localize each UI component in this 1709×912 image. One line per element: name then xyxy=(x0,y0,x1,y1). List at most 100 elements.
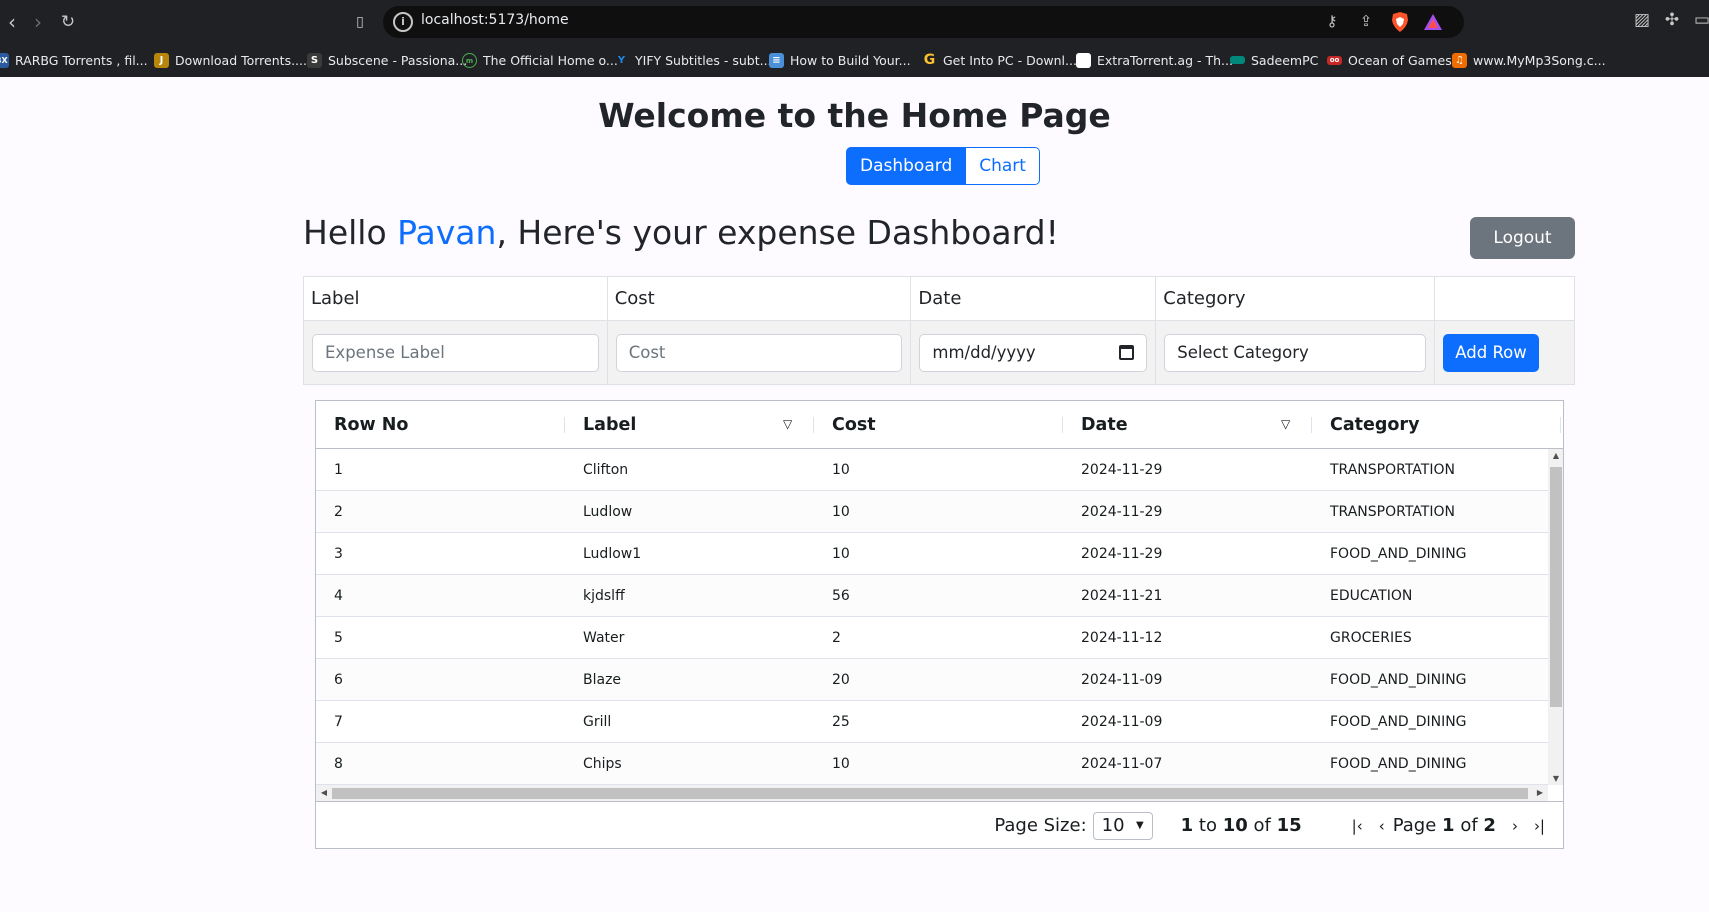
cell-row-no[interactable]: 2 xyxy=(316,491,343,533)
cell-cost[interactable]: 20 xyxy=(814,659,850,701)
vertical-scrollbar[interactable]: ▲ ▼ xyxy=(1548,449,1563,785)
bookmark-item[interactable]: ExtraTorrent.ag - Th... xyxy=(1076,50,1233,70)
cell-row-no[interactable]: 1 xyxy=(316,449,343,491)
extension-icon[interactable]: ▨ xyxy=(1630,10,1654,34)
extensions-puzzle-icon[interactable]: ✣ xyxy=(1660,10,1684,34)
scroll-down-icon[interactable]: ▼ xyxy=(1548,774,1563,783)
expense-label-input[interactable]: Expense Label xyxy=(312,333,599,372)
column-header-date[interactable]: Date xyxy=(1063,401,1128,449)
bookmark-item[interactable]: ≡ How to Build Your... xyxy=(769,50,911,70)
cell-label[interactable]: Chips xyxy=(565,743,622,785)
table-row[interactable]: 8 Chips 10 2024-11-07 FOOD_AND_DINING xyxy=(316,743,1548,785)
sidebar-toggle-icon[interactable]: ▭ xyxy=(1690,10,1709,34)
site-info-icon[interactable]: i xyxy=(393,12,413,32)
cell-cost[interactable]: 25 xyxy=(814,701,850,743)
table-row[interactable]: 3 Ludlow1 10 2024-11-29 FOOD_AND_DINING xyxy=(316,533,1548,575)
category-select[interactable]: Select Category xyxy=(1164,333,1427,372)
column-resize-handle[interactable] xyxy=(1560,417,1561,433)
add-row-button[interactable]: Add Row xyxy=(1443,333,1540,372)
scroll-left-icon[interactable]: ◀ xyxy=(316,788,332,797)
next-page-icon[interactable]: › xyxy=(1512,817,1518,835)
tab-chart[interactable]: Chart xyxy=(966,147,1040,185)
bookmark-item[interactable]: J Download Torrents.... xyxy=(154,50,307,70)
cell-date[interactable]: 2024-11-29 xyxy=(1063,533,1162,575)
cell-category[interactable]: GROCERIES xyxy=(1312,617,1412,659)
cell-row-no[interactable]: 7 xyxy=(316,701,343,743)
cell-label[interactable]: Ludlow xyxy=(565,491,632,533)
cell-row-no[interactable]: 8 xyxy=(316,743,343,785)
column-header-category[interactable]: Category xyxy=(1312,401,1419,449)
cell-label[interactable]: Clifton xyxy=(565,449,628,491)
horizontal-scrollbar[interactable]: ◀ ▶ xyxy=(316,785,1548,801)
cell-date[interactable]: 2024-11-09 xyxy=(1063,659,1162,701)
cell-date[interactable]: 2024-11-07 xyxy=(1063,743,1162,785)
calendar-icon[interactable] xyxy=(1119,345,1135,360)
last-page-icon[interactable]: ›| xyxy=(1534,817,1545,835)
cell-cost[interactable]: 10 xyxy=(814,533,850,575)
filter-icon[interactable]: ▽ xyxy=(1281,418,1293,430)
vertical-scroll-thumb[interactable] xyxy=(1550,467,1562,707)
cell-category[interactable]: FOOD_AND_DINING xyxy=(1312,659,1467,701)
cell-category[interactable]: FOOD_AND_DINING xyxy=(1312,533,1467,575)
table-row[interactable]: 1 Clifton 10 2024-11-29 TRANSPORTATION xyxy=(316,449,1548,491)
reload-icon[interactable]: ↻ xyxy=(56,9,80,35)
page-size-select[interactable]: 10 ▼ xyxy=(1092,811,1153,840)
scroll-up-icon[interactable]: ▲ xyxy=(1548,451,1563,460)
bookmark-item[interactable]: ♫ www.MyMp3Song.c... xyxy=(1452,50,1606,70)
key-icon[interactable]: ⚷ xyxy=(1321,12,1343,32)
cell-cost[interactable]: 10 xyxy=(814,491,850,533)
cell-label[interactable]: Grill xyxy=(565,701,611,743)
table-row[interactable]: 5 Water 2 2024-11-12 GROCERIES xyxy=(316,617,1548,659)
cell-date[interactable]: 2024-11-12 xyxy=(1063,617,1162,659)
date-input[interactable]: mm/dd/yyyy xyxy=(919,333,1148,372)
bookmark-item[interactable]: oo Ocean of Games xyxy=(1327,50,1452,70)
column-header-row-no[interactable]: Row No xyxy=(316,401,408,449)
cell-date[interactable]: 2024-11-29 xyxy=(1063,449,1162,491)
bookmark-item[interactable]: BX RARBG Torrents , fil... xyxy=(0,50,148,70)
cell-category[interactable]: TRANSPORTATION xyxy=(1312,449,1455,491)
brave-rewards-icon[interactable] xyxy=(1423,11,1443,33)
bookmark-item[interactable]: G Get Into PC - Downl... xyxy=(922,50,1077,70)
cell-cost[interactable]: 2 xyxy=(814,617,841,659)
bookmark-item[interactable]: m The Official Home o... xyxy=(462,50,618,70)
cell-category[interactable]: FOOD_AND_DINING xyxy=(1312,743,1467,785)
share-icon[interactable]: ⇪ xyxy=(1355,12,1377,32)
scroll-right-icon[interactable]: ▶ xyxy=(1532,788,1548,797)
cell-row-no[interactable]: 6 xyxy=(316,659,343,701)
cell-label[interactable]: Water xyxy=(565,617,624,659)
tab-dashboard[interactable]: Dashboard xyxy=(846,147,967,185)
bookmark-item[interactable]: Y YIFY Subtitles - subt... xyxy=(614,50,772,70)
logout-button[interactable]: Logout xyxy=(1470,217,1575,259)
cell-category[interactable]: EDUCATION xyxy=(1312,575,1412,617)
column-header-cost[interactable]: Cost xyxy=(814,401,876,449)
first-page-icon[interactable]: |‹ xyxy=(1352,817,1363,835)
filter-icon[interactable]: ▽ xyxy=(783,418,795,430)
cost-input[interactable]: Cost xyxy=(615,333,903,372)
table-row[interactable]: 6 Blaze 20 2024-11-09 FOOD_AND_DINING xyxy=(316,659,1548,701)
bookmark-item[interactable]: SadeemPC xyxy=(1230,50,1318,70)
address-bar[interactable]: i localhost:5173/home ⚷ ⇪ xyxy=(383,6,1464,38)
table-row[interactable]: 4 kjdslff 56 2024-11-21 EDUCATION xyxy=(316,575,1548,617)
table-row[interactable]: 2 Ludlow 10 2024-11-29 TRANSPORTATION xyxy=(316,491,1548,533)
column-header-label[interactable]: Label xyxy=(565,401,636,449)
table-row[interactable]: 7 Grill 25 2024-11-09 FOOD_AND_DINING xyxy=(316,701,1548,743)
cell-row-no[interactable]: 5 xyxy=(316,617,343,659)
cell-date[interactable]: 2024-11-29 xyxy=(1063,491,1162,533)
brave-shield-icon[interactable] xyxy=(1390,11,1410,33)
previous-page-icon[interactable]: ‹ xyxy=(1379,817,1385,835)
cell-category[interactable]: FOOD_AND_DINING xyxy=(1312,701,1467,743)
cell-label[interactable]: Ludlow1 xyxy=(565,533,641,575)
cell-label[interactable]: Blaze xyxy=(565,659,621,701)
horizontal-scroll-thumb[interactable] xyxy=(332,788,1528,799)
cell-row-no[interactable]: 3 xyxy=(316,533,343,575)
bookmark-icon[interactable]: ▯ xyxy=(348,9,372,35)
cell-cost[interactable]: 10 xyxy=(814,743,850,785)
cell-cost[interactable]: 56 xyxy=(814,575,850,617)
cell-cost[interactable]: 10 xyxy=(814,449,850,491)
forward-icon[interactable]: › xyxy=(26,9,50,35)
cell-date[interactable]: 2024-11-21 xyxy=(1063,575,1162,617)
back-icon[interactable]: ‹ xyxy=(0,9,24,35)
cell-category[interactable]: TRANSPORTATION xyxy=(1312,491,1455,533)
cell-date[interactable]: 2024-11-09 xyxy=(1063,701,1162,743)
cell-row-no[interactable]: 4 xyxy=(316,575,343,617)
